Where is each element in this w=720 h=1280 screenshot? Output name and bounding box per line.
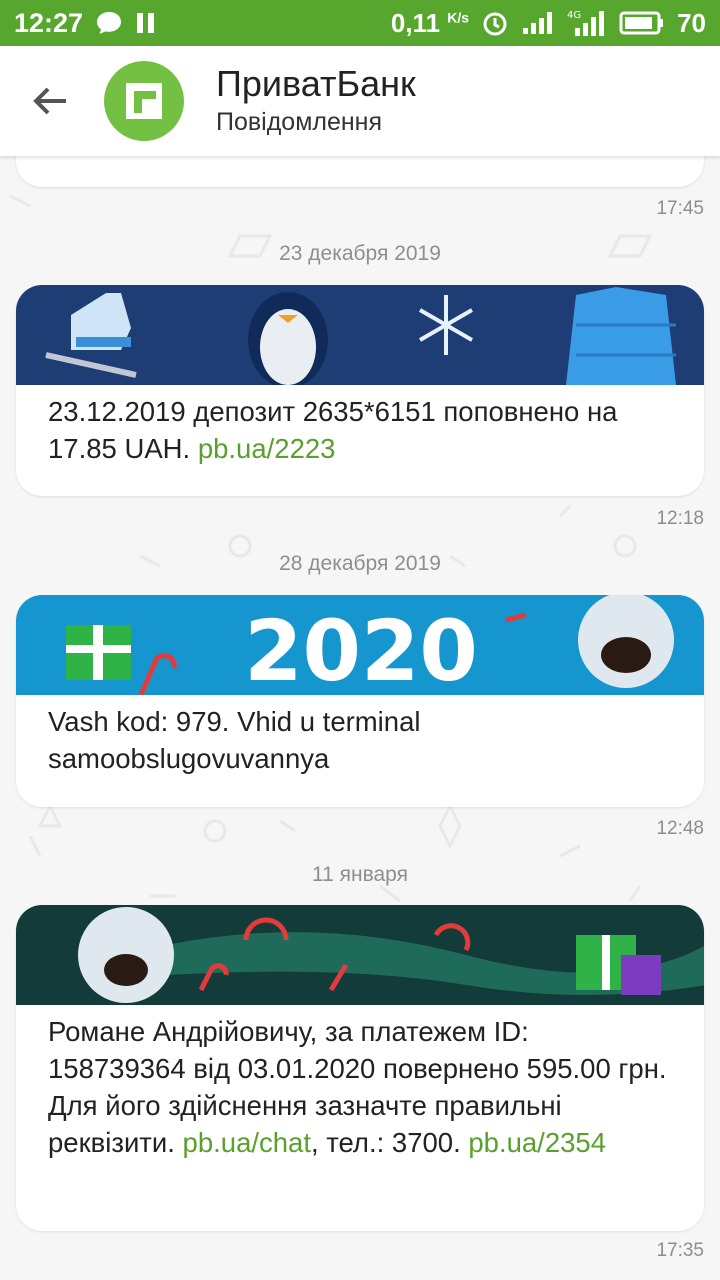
message-banner (16, 905, 704, 1005)
message-link[interactable]: pb.ua/2354 (468, 1127, 606, 1158)
message-list[interactable]: 17:45 23 декабря 2019 23.12.2019 депозит… (0, 156, 720, 1280)
status-bar: 12:27 0,11 K/s 4G 70 (0, 0, 720, 46)
monster-icon (578, 595, 674, 688)
message-link[interactable]: pb.ua/2223 (198, 433, 336, 464)
gift-icon (66, 625, 131, 680)
network-speed: 0,11 K/s (390, 7, 470, 38)
date-separator: 11 января (311, 863, 409, 886)
back-button[interactable] (0, 46, 100, 156)
message-banner: 2020 (16, 595, 704, 695)
message-bubble[interactable]: Романе Андрійовичу, за платежем ID: 1587… (16, 905, 704, 1231)
status-time: 12:27 (14, 7, 84, 38)
jacket-icon (566, 287, 676, 385)
message-text: Vash kod: 979. Vhid u terminal samoobslu… (48, 706, 421, 774)
message-time: 12:18 (656, 508, 704, 529)
date-separator: 23 декабря 2019 (279, 242, 441, 265)
message-bubble[interactable] (16, 156, 704, 187)
battery-level: 70 (677, 7, 706, 38)
message-bubble[interactable]: 2020 Vash kod: 979. Vhid u terminal samo… (16, 595, 704, 807)
contact-name: ПриватБанк (216, 63, 416, 104)
privatbank-logo (104, 61, 184, 141)
message-banner (16, 285, 704, 385)
app-bar: ПриватБанк Повідомлення (0, 46, 720, 156)
message-time: 12:48 (656, 818, 704, 839)
chat-notification-icon (95, 10, 123, 36)
message-bubble[interactable]: 23.12.2019 депозит 2635*6151 поповнено н… (16, 285, 704, 496)
message-link[interactable]: pb.ua/chat (183, 1127, 311, 1158)
arrow-left-icon (33, 87, 66, 115)
message-time: 17:35 (656, 1240, 704, 1261)
message-text: Романе Андрійовичу, за платежем ID: 1587… (48, 1016, 667, 1158)
svg-text:2020: 2020 (244, 602, 478, 695)
signal-icon (521, 10, 555, 36)
message-time: 17:45 (656, 198, 704, 219)
alarm-icon (481, 9, 509, 37)
monster-icon (78, 907, 174, 1003)
date-separator: 28 декабря 2019 (279, 552, 441, 575)
message-text: 23.12.2019 депозит 2635*6151 поповнено н… (48, 396, 618, 464)
penguin-icon (248, 292, 328, 385)
pause-icon (135, 11, 157, 35)
battery-icon (619, 11, 665, 35)
svg-text:4G: 4G (567, 10, 581, 21)
signal-4g-icon: 4G (567, 8, 607, 38)
contact-subtitle: Повідомлення (216, 108, 383, 136)
